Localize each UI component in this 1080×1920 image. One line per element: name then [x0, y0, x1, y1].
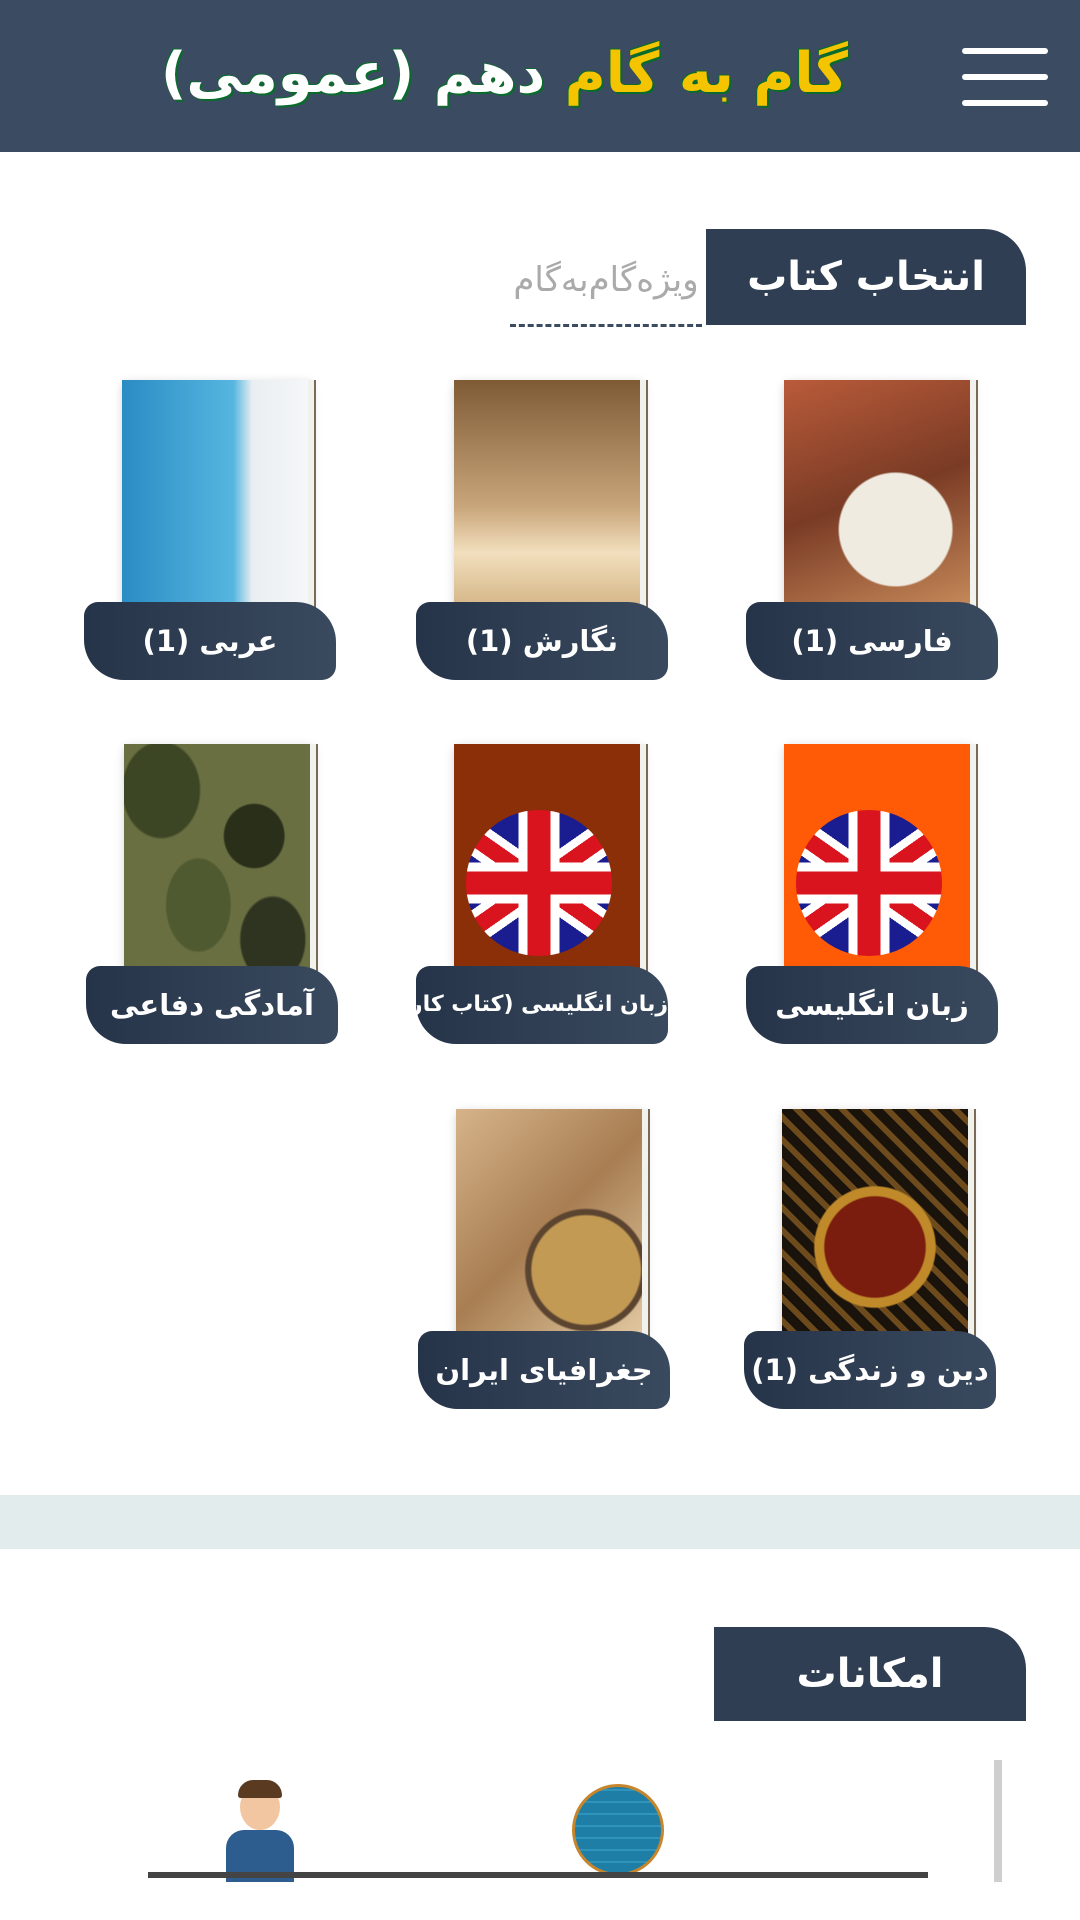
book-card-english[interactable]: زبان انگلیسی	[746, 744, 1006, 1064]
title-grade: دهم (عمومی)	[160, 41, 546, 106]
book-cover-english-workbook	[454, 744, 640, 974]
book-label: دین و زندگی (1)	[744, 1331, 996, 1409]
book-cover-geography	[456, 1109, 642, 1339]
book-card-geography[interactable]: جغرافیای ایران	[418, 1109, 678, 1429]
book-card-farsi[interactable]: فارسی (1)	[746, 380, 1006, 700]
book-cover-english	[784, 744, 970, 974]
app-header: گام به گام دهم (عمومی)	[0, 0, 1080, 152]
section-tab-features: امکانات	[714, 1627, 1026, 1721]
features-illustration	[140, 1760, 940, 1882]
title-highlight: گام به گام	[564, 41, 848, 106]
board-line	[148, 1872, 928, 1878]
globe-icon	[572, 1784, 664, 1876]
section-tab-select-book: انتخاب کتاب	[706, 229, 1026, 325]
section-divider	[0, 1495, 1080, 1549]
app-title: گام به گام دهم (عمومی)	[161, 34, 848, 114]
book-label: عربی (1)	[84, 602, 336, 680]
book-label: زبان انگلیسی	[746, 966, 998, 1044]
book-cover-defense	[124, 744, 310, 974]
book-card-religion[interactable]: دین و زندگی (1)	[744, 1109, 1004, 1429]
hamburger-menu-icon[interactable]	[962, 48, 1048, 106]
uk-flag-icon	[466, 810, 612, 956]
book-label: فارسی (1)	[746, 602, 998, 680]
book-label: زبان انگلیسی (کتاب کار)	[400, 966, 668, 1044]
teacher-hair	[238, 1780, 282, 1798]
book-label: آمادگی دفاعی	[86, 966, 338, 1044]
book-cover-farsi	[784, 380, 970, 610]
scrollbar[interactable]	[994, 1760, 1002, 1882]
book-cover-religion	[782, 1109, 968, 1339]
book-card-negarash[interactable]: نگارش (1)	[416, 380, 676, 700]
book-card-english-workbook[interactable]: زبان انگلیسی (کتاب کار)	[400, 744, 676, 1064]
book-cover-arabi	[122, 380, 308, 610]
section-subtitle: ویژه‌گام‌به‌گام	[510, 250, 702, 327]
uk-flag-icon	[796, 810, 942, 956]
book-card-defense[interactable]: آمادگی دفاعی	[86, 744, 346, 1064]
book-label: نگارش (1)	[416, 602, 668, 680]
book-card-arabi[interactable]: عربی (1)	[84, 380, 344, 700]
book-label: جغرافیای ایران	[418, 1331, 670, 1409]
book-cover-negarash	[454, 380, 640, 610]
